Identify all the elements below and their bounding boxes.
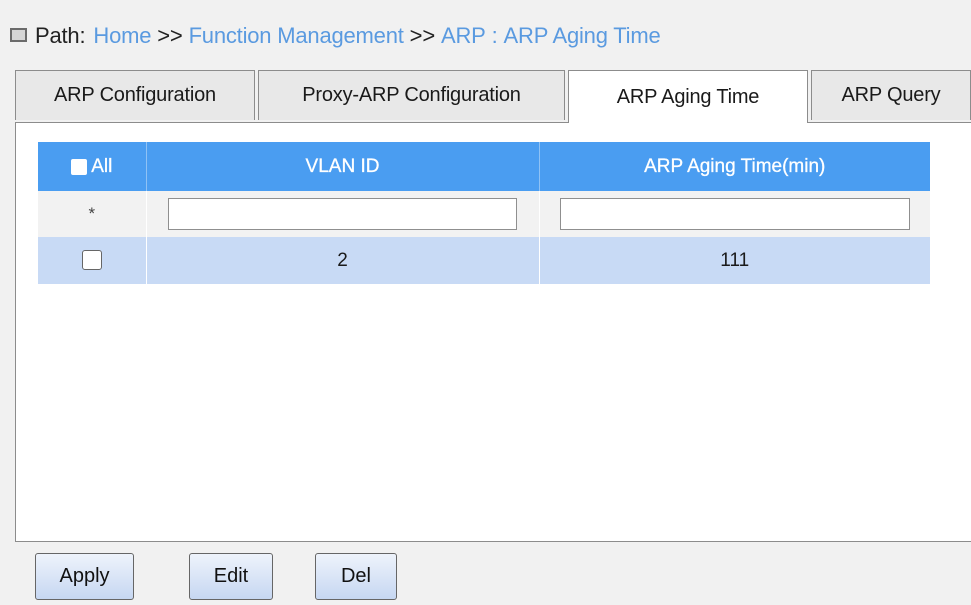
vlan-id-header: VLAN ID (146, 142, 540, 191)
row-aging-time: 111 (539, 237, 930, 284)
breadcrumb-separator: >> (157, 23, 183, 48)
tab-arp-query[interactable]: ARP Query (811, 70, 971, 120)
path-square-icon (10, 28, 27, 42)
tab-arp-aging-time[interactable]: ARP Aging Time (568, 70, 808, 123)
table-row[interactable]: 2 111 (38, 237, 930, 284)
tab-proxy-arp-configuration[interactable]: Proxy-ARP Configuration (258, 70, 565, 120)
vlan-id-input[interactable] (168, 198, 517, 230)
row-vlan-id: 2 (146, 237, 540, 284)
breadcrumb-arp-link[interactable]: ARP (441, 23, 486, 49)
breadcrumb: Path: Home >> Function Management >> ARP… (10, 16, 661, 56)
apply-button[interactable]: Apply (35, 553, 134, 600)
content-panel: All VLAN ID ARP Aging Time(min) * 2 111 (15, 122, 971, 542)
new-entry-marker: * (88, 204, 96, 223)
path-label: Path: (35, 23, 86, 48)
tab-bar: ARP Configuration Proxy-ARP Configuratio… (15, 70, 971, 123)
select-all-header[interactable]: All (38, 142, 147, 191)
select-all-checkbox[interactable] (71, 158, 88, 175)
edit-button[interactable]: Edit (189, 553, 273, 600)
breadcrumb-current: ARP Aging Time (503, 23, 661, 48)
aging-time-header: ARP Aging Time(min) (539, 142, 930, 191)
tab-arp-configuration[interactable]: ARP Configuration (15, 70, 255, 120)
breadcrumb-home-link[interactable]: Home (93, 23, 151, 49)
row-checkbox[interactable] (81, 250, 102, 271)
arp-aging-table: All VLAN ID ARP Aging Time(min) * 2 111 (38, 142, 930, 284)
aging-time-input[interactable] (559, 198, 910, 230)
breadcrumb-separator: >> (409, 23, 435, 48)
del-button[interactable]: Del (315, 553, 397, 600)
breadcrumb-function-management-link[interactable]: Function Management (189, 23, 404, 49)
select-all-label: All (91, 155, 113, 177)
breadcrumb-colon: : (491, 23, 498, 48)
filter-row: * (38, 191, 930, 237)
table-header-row: All VLAN ID ARP Aging Time(min) (38, 142, 930, 191)
